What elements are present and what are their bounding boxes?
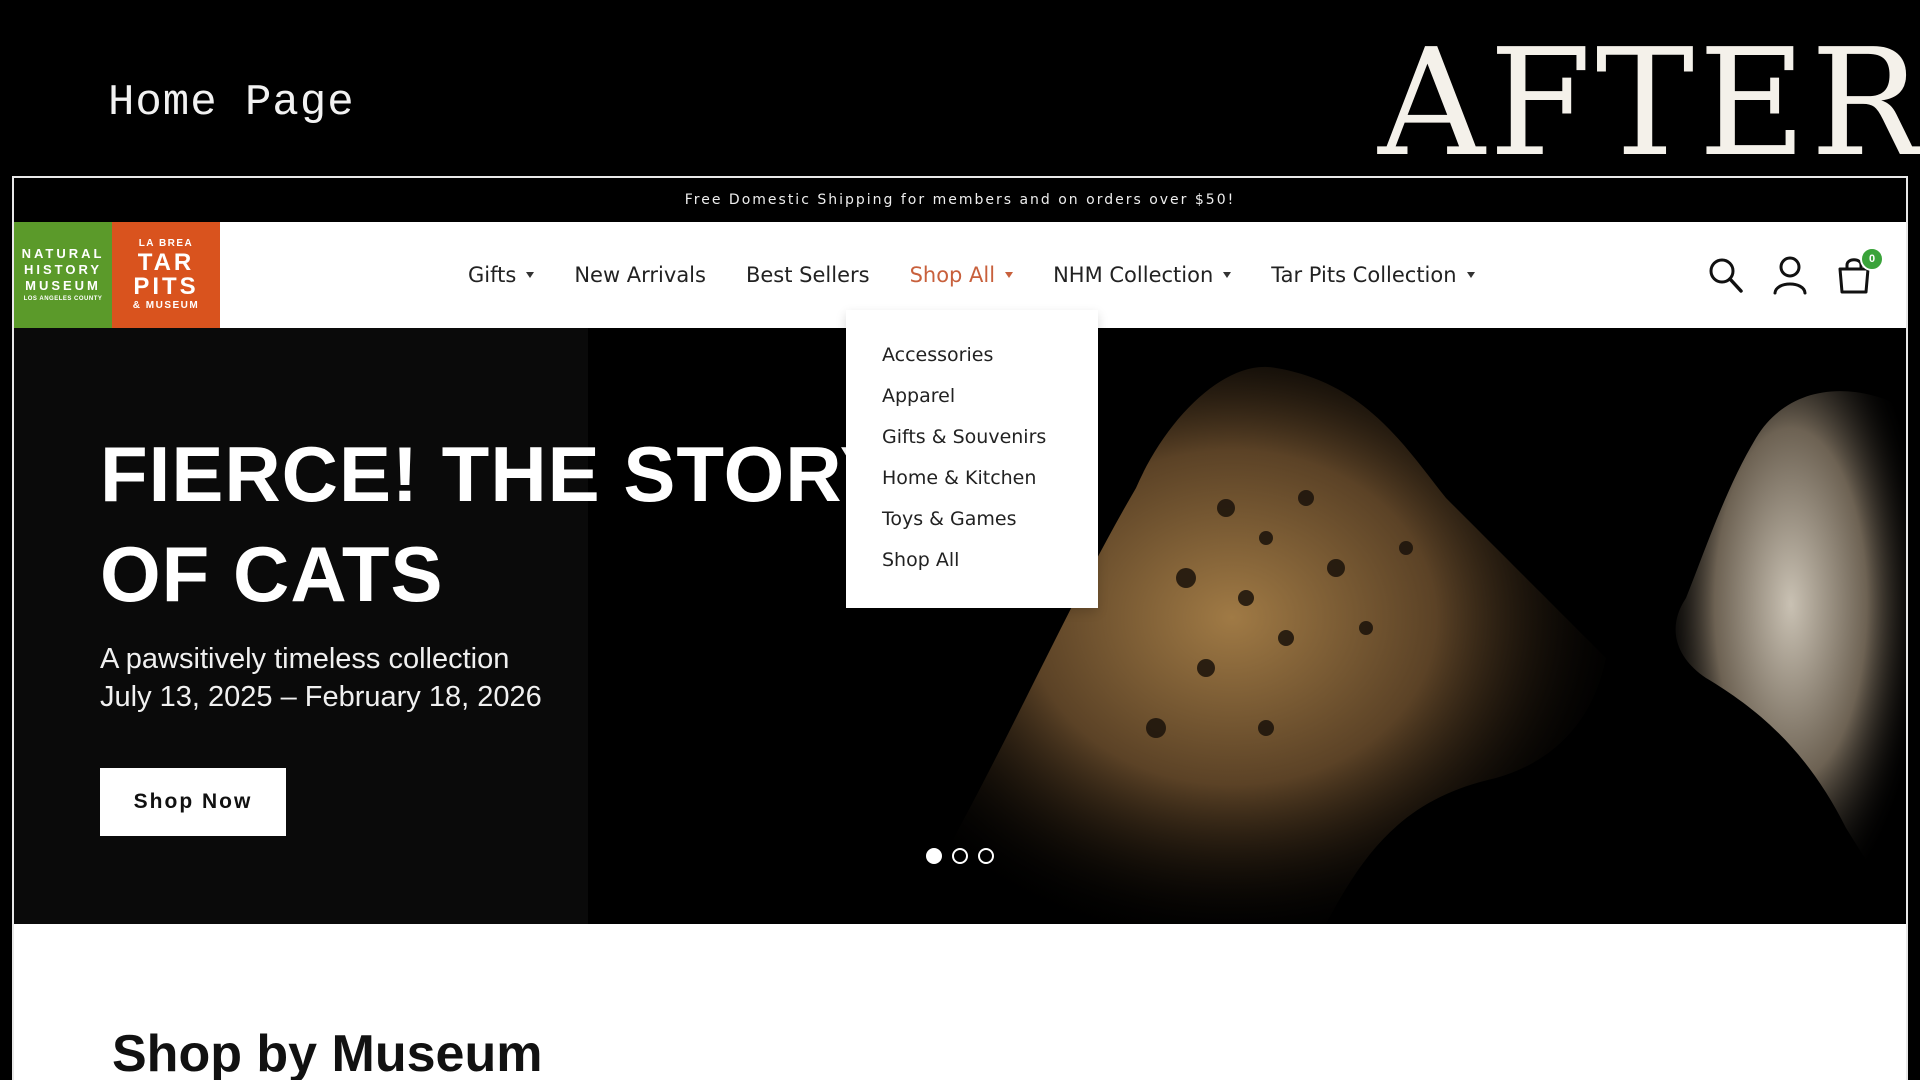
dropdown-item-home-kitchen[interactable]: Home & Kitchen [882, 467, 1098, 508]
nav-item-label: NHM Collection [1053, 263, 1214, 287]
dropdown-item-accessories[interactable]: Accessories [882, 344, 1098, 385]
shop-now-button[interactable]: Shop Now [100, 768, 286, 836]
slide-label: Home Page [108, 78, 355, 128]
nav-item-nhm-collection[interactable]: NHM Collection [1053, 263, 1232, 287]
slide-tag: AFTER [1378, 17, 1920, 189]
promo-bar: Free Domestic Shipping for members and o… [14, 178, 1906, 222]
nhm-logo-line: LOS ANGELES COUNTY [23, 296, 103, 302]
promo-text: Free Domestic Shipping for members and o… [684, 192, 1236, 208]
carousel-dots [926, 848, 994, 864]
nav-item-label: Shop All [909, 263, 996, 287]
nav-item-best-sellers[interactable]: Best Sellers [746, 263, 870, 287]
search-button[interactable] [1708, 255, 1744, 295]
carousel-dot[interactable] [952, 848, 968, 864]
dropdown-item-gifts-souvenirs[interactable]: Gifts & Souvenirs [882, 426, 1098, 467]
section-title: Shop by Museum [112, 1025, 543, 1080]
nav-item-shop-all[interactable]: Shop All [910, 263, 1014, 287]
account-icon [1773, 256, 1807, 295]
caret-down-icon [1223, 272, 1232, 278]
nhm-logo: NATURAL HISTORY MUSEUM LOS ANGELES COUNT… [14, 222, 112, 328]
nav-item-new-arrivals[interactable]: New Arrivals [574, 263, 706, 287]
nav-item-label: New Arrivals [574, 263, 706, 287]
carousel-dot[interactable] [978, 848, 994, 864]
account-button[interactable] [1772, 255, 1808, 295]
tar-logo-line: & MUSEUM [132, 300, 200, 311]
website-frame: Free Domestic Shipping for members and o… [12, 176, 1908, 1080]
dropdown-item-apparel[interactable]: Apparel [882, 385, 1098, 426]
dropdown-item-shop-all[interactable]: Shop All [882, 549, 1098, 590]
nhm-logo-line: HISTORY [23, 262, 103, 277]
cart-button[interactable]: 0 [1836, 247, 1884, 295]
nav-icons: 0 [1708, 222, 1884, 328]
nav-item-label: Tar Pits Collection [1271, 263, 1457, 287]
nav-item-label: Gifts [468, 263, 517, 287]
caret-down-icon [1005, 272, 1014, 278]
nhm-logo-line: NATURAL [21, 246, 105, 261]
shop-all-dropdown: Accessories Apparel Gifts & Souvenirs Ho… [846, 310, 1098, 608]
caret-down-icon [526, 272, 535, 278]
caret-down-icon [1466, 272, 1475, 278]
tar-logo-line: TAR [137, 249, 195, 276]
nav-item-label: Best Sellers [745, 263, 870, 287]
nav-item-gifts[interactable]: Gifts [468, 263, 535, 287]
search-icon [1709, 258, 1743, 293]
hero-subtitle-line: A pawsitively timeless collection [100, 643, 510, 675]
cart-count-badge: 0 [1860, 247, 1884, 271]
nav-item-tar-pits-collection[interactable]: Tar Pits Collection [1271, 263, 1475, 287]
tar-pits-logo: LA BREA TAR PITS & MUSEUM [112, 222, 220, 328]
carousel-dot[interactable] [926, 848, 942, 864]
dropdown-item-toys-games[interactable]: Toys & Games [882, 508, 1098, 549]
nhm-logo-line: MUSEUM [25, 278, 101, 293]
hero-dates: July 13, 2025 – February 18, 2026 [100, 681, 542, 713]
museum-logo[interactable]: NATURAL HISTORY MUSEUM LOS ANGELES COUNT… [14, 222, 220, 328]
tar-logo-line: PITS [133, 273, 199, 300]
hero-subtitle: A pawsitively timeless collection July 1… [100, 640, 542, 716]
